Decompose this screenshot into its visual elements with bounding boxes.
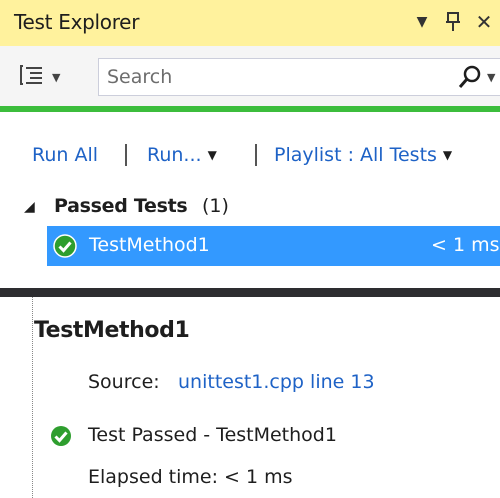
passed-status-icon: [51, 426, 71, 446]
test-name: TestMethod1: [89, 234, 210, 256]
group-name: Passed Tests: [54, 195, 188, 217]
expand-collapse-icon[interactable]: ◢: [24, 199, 35, 215]
test-progress-fill: [0, 106, 500, 112]
test-duration: < 1 ms: [431, 234, 500, 256]
pin-icon[interactable]: [442, 8, 464, 40]
source-label: Source:: [88, 371, 160, 393]
tool-window-title-bar[interactable]: Test Explorer ▼ ✕: [0, 0, 500, 46]
group-by-dropdown-icon: ▼: [52, 70, 61, 84]
search-input[interactable]: [107, 64, 437, 90]
test-progress-bar: [0, 106, 500, 112]
run-all-link[interactable]: Run All: [32, 140, 98, 170]
run-dropdown-icon: ▼: [207, 148, 217, 162]
elapsed-time: Elapsed time: < 1 ms: [88, 466, 293, 488]
command-separator: [125, 144, 127, 166]
toolbar: ▼ ▼: [0, 46, 500, 106]
search-options-dropdown-icon[interactable]: ▼: [487, 71, 495, 84]
playlist-dropdown-icon: ▼: [442, 148, 453, 162]
group-by-icon: [20, 64, 44, 91]
playlist-menu[interactable]: Playlist : All Tests ▼: [274, 140, 452, 170]
search-box[interactable]: ▼: [98, 58, 500, 96]
dropdown-arrow-icon[interactable]: ▼: [412, 8, 432, 36]
close-icon[interactable]: ✕: [472, 8, 496, 36]
playlist-label: Playlist : All Tests: [274, 144, 437, 166]
group-by-button[interactable]: ▼: [20, 63, 78, 91]
command-separator: [255, 144, 257, 166]
command-bar: Run All Run... ▼ Playlist : All Tests ▼: [0, 140, 500, 170]
window-title: Test Explorer: [14, 10, 140, 34]
test-row[interactable]: TestMethod1 < 1 ms: [47, 226, 500, 266]
pane-splitter[interactable]: [0, 288, 500, 297]
passed-icon: [53, 234, 77, 258]
source-link[interactable]: unittest1.cpp line 13: [178, 371, 375, 393]
search-icon[interactable]: [457, 64, 483, 90]
group-count: (1): [202, 195, 229, 217]
run-menu[interactable]: Run... ▼: [147, 140, 217, 170]
run-menu-label: Run...: [147, 144, 202, 166]
detail-pane-border: [32, 297, 33, 498]
detail-title: TestMethod1: [34, 318, 190, 343]
tree-group-passed[interactable]: ◢ Passed Tests (1): [0, 193, 500, 223]
test-status-text: Test Passed - TestMethod1: [88, 424, 337, 446]
